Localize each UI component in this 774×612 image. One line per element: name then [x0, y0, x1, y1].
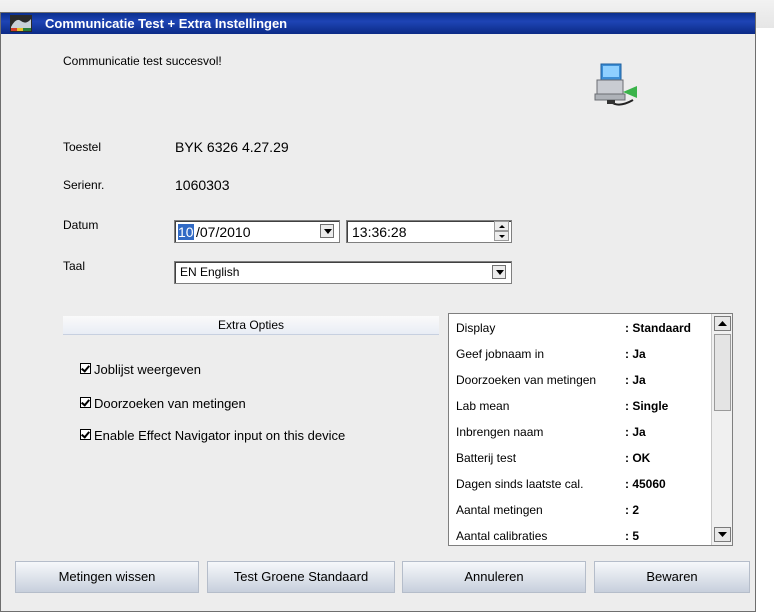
scroll-down-icon[interactable] — [714, 527, 731, 542]
dialog-window: Communicatie Test + Extra Instellingen C… — [0, 12, 756, 612]
language-dropdown-button[interactable] — [492, 265, 506, 279]
language-value: EN English — [180, 265, 240, 279]
info-key: Inbrengen naam — [456, 425, 544, 439]
spin-down-icon[interactable] — [494, 231, 509, 241]
info-value: : 5 — [625, 529, 640, 543]
serienr-value: 1060303 — [175, 177, 230, 193]
time-value: 13:36:28 — [352, 224, 407, 240]
info-key: Dagen sinds laatste cal. — [456, 477, 584, 491]
info-value: : Single — [625, 399, 669, 413]
info-key: Batterij test — [456, 451, 517, 465]
checkbox-label: Joblijst weergeven — [94, 362, 201, 377]
dialog-content: Communicatie test succesvol! Toestel BYK… — [1, 34, 755, 611]
computer-network-icon — [593, 62, 641, 108]
list-item: Geef jobnaam in : Ja — [449, 340, 711, 366]
metingen-wissen-button[interactable]: Metingen wissen — [15, 561, 199, 593]
checkbox-label: Doorzoeken van metingen — [94, 396, 246, 411]
info-key: Aantal metingen — [456, 503, 543, 517]
list-scrollbar[interactable] — [711, 314, 732, 545]
bewaren-button[interactable]: Bewaren — [594, 561, 750, 593]
info-value: : 45060 — [625, 477, 666, 491]
extra-options-header: Extra Opties — [63, 316, 439, 335]
list-item: Inbrengen naam : Ja — [449, 418, 711, 444]
list-item: Doorzoeken van metingen : Ja — [449, 366, 711, 392]
info-value: : Ja — [625, 373, 646, 387]
list-item: Dagen sinds laatste cal. : 45060 — [449, 470, 711, 496]
list-item: Batterij test : OK — [449, 444, 711, 470]
language-select[interactable]: EN English — [174, 261, 512, 284]
checkbox-label: Enable Effect Navigator input on this de… — [94, 428, 346, 443]
info-key: Display — [456, 321, 496, 335]
list-item: Display : Standaard — [449, 314, 711, 340]
info-key: Lab mean — [456, 399, 510, 413]
checkbox-checked-icon[interactable] — [80, 397, 91, 408]
info-key: Aantal calibraties — [456, 529, 548, 543]
time-spinner[interactable] — [494, 221, 509, 241]
test-groene-standaard-button[interactable]: Test Groene Standaard — [207, 561, 395, 593]
checkbox-checked-icon[interactable] — [80, 363, 91, 374]
info-value: : OK — [625, 451, 651, 465]
info-value: : Standaard — [625, 321, 692, 335]
scroll-up-icon[interactable] — [714, 316, 731, 331]
title-bar[interactable]: Communicatie Test + Extra Instellingen — [1, 13, 755, 34]
date-dropdown-button[interactable] — [320, 224, 334, 238]
info-value: : 2 — [625, 503, 640, 517]
info-key: Geef jobnaam in — [456, 347, 545, 361]
date-picker[interactable]: 10 /07/2010 — [174, 220, 340, 243]
datum-label: Datum — [63, 218, 99, 232]
spin-up-icon[interactable] — [494, 221, 509, 231]
info-value: : Ja — [625, 425, 646, 439]
list-item: Lab mean : Single — [449, 392, 711, 418]
serienr-label: Serienr. — [63, 178, 105, 192]
date-rest: /07/2010 — [196, 224, 251, 240]
annuleren-button[interactable]: Annuleren — [402, 561, 586, 593]
taal-label: Taal — [63, 259, 86, 273]
time-field[interactable]: 13:36:28 — [346, 220, 512, 243]
info-key: Doorzoeken van metingen — [456, 373, 597, 387]
scrollbar-thumb[interactable] — [714, 334, 731, 411]
device-info-list[interactable]: Display : Standaard Geef jobnaam in : Ja D… — [448, 313, 733, 546]
toestel-value: BYK 6326 4.27.29 — [175, 139, 289, 155]
list-item: Aantal metingen : 2 — [449, 496, 711, 522]
info-value: : Ja — [625, 347, 646, 361]
list-item: Aantal calibraties : 5 — [449, 522, 711, 545]
toestel-label: Toestel — [63, 140, 102, 154]
checkbox-checked-icon[interactable] — [80, 429, 91, 440]
window-app-icon — [10, 15, 32, 32]
date-day-selected[interactable]: 10 — [178, 224, 194, 240]
status-message: Communicatie test succesvol! — [63, 54, 222, 68]
window-title: Communicatie Test + Extra Instellingen — [45, 16, 288, 31]
